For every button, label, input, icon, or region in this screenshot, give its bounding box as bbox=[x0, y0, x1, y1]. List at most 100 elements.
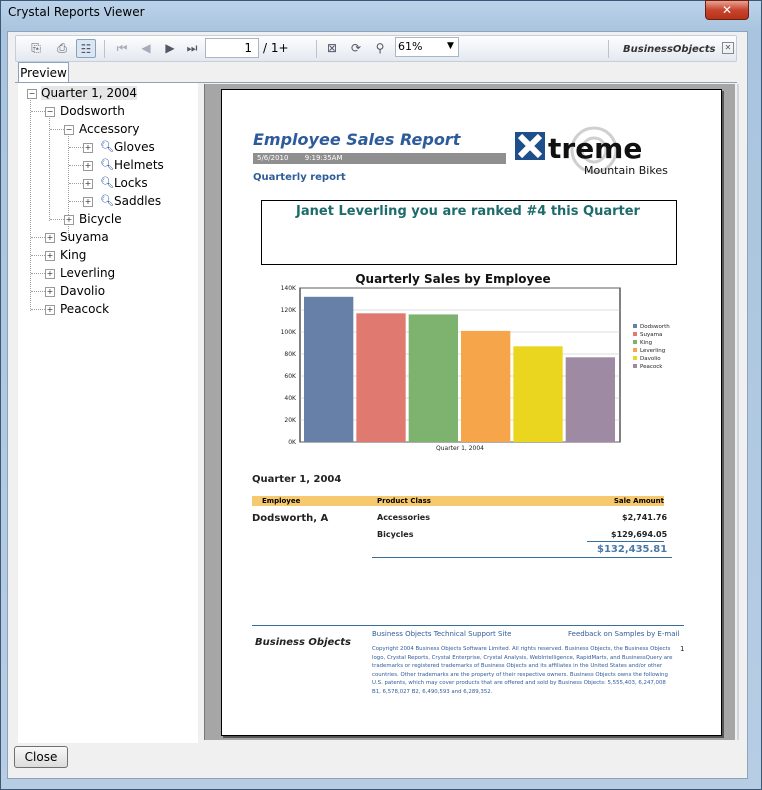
bar bbox=[408, 314, 458, 442]
legend-label: Dodsworth bbox=[640, 324, 670, 330]
tree-node-root[interactable]: Quarter 1, 2004 bbox=[41, 86, 137, 100]
scrollbar[interactable] bbox=[737, 84, 739, 740]
tree-node-product[interactable]: Saddles bbox=[114, 194, 161, 208]
close-button[interactable]: Close bbox=[14, 746, 68, 768]
export-icon[interactable]: ⎘ bbox=[26, 39, 46, 58]
group-header: Quarter 1, 2004 bbox=[252, 474, 342, 485]
title-bar[interactable]: Crystal Reports Viewer bbox=[0, 0, 760, 26]
tree-node-employee[interactable]: Davolio bbox=[60, 284, 105, 298]
report-time: 9:19:35AM bbox=[304, 154, 343, 162]
legend-swatch bbox=[633, 356, 637, 360]
print-icon[interactable]: ⎙ bbox=[52, 39, 72, 58]
magnifier-icon: 🔍︎ bbox=[100, 158, 114, 171]
expand-icon[interactable]: + bbox=[83, 161, 93, 171]
footer-rule bbox=[252, 625, 684, 626]
magnifier-icon: 🔍︎ bbox=[100, 176, 114, 189]
table-cell-product: Accessories bbox=[377, 513, 430, 522]
col-sale-amount: Sale Amount bbox=[613, 497, 664, 505]
report-subtitle: Quarterly report bbox=[253, 172, 346, 183]
expand-icon[interactable]: + bbox=[83, 179, 93, 189]
y-tick-label: 120K bbox=[281, 307, 297, 314]
tree-node-accessory[interactable]: Accessory bbox=[79, 122, 139, 136]
y-tick-label: 140K bbox=[281, 285, 297, 292]
total-amount: $132,435.81 bbox=[597, 544, 668, 555]
expand-icon[interactable]: + bbox=[83, 143, 93, 153]
svg-text:Mountain Bikes: Mountain Bikes bbox=[584, 164, 668, 177]
expand-icon[interactable]: + bbox=[45, 287, 55, 297]
y-tick-label: 100K bbox=[281, 329, 297, 336]
total-rule bbox=[587, 541, 664, 542]
group-tree[interactable]: − Quarter 1, 2004 − Dodsworth − Accessor… bbox=[18, 83, 198, 743]
col-product-class: Product Class bbox=[377, 497, 431, 505]
copyright-text: Copyright 2004 Business Objects Software… bbox=[372, 646, 673, 695]
businessobjects-logo: BusinessObjects bbox=[623, 44, 716, 55]
group-tree-toggle-icon[interactable]: ☷ bbox=[76, 39, 96, 58]
legend-label: Suyama bbox=[640, 332, 662, 338]
tree-node-bicycle[interactable]: Bicycle bbox=[79, 212, 122, 226]
page-number-input[interactable]: 1 bbox=[205, 38, 259, 58]
collapse-icon[interactable]: − bbox=[45, 107, 55, 117]
expand-icon[interactable]: + bbox=[64, 215, 74, 225]
report-title: Employee Sales Report bbox=[253, 130, 461, 149]
legend-swatch bbox=[633, 348, 637, 352]
report-date: 5/6/2010 bbox=[257, 154, 289, 162]
tree-node-product[interactable]: Helmets bbox=[114, 158, 164, 172]
x-tick-label: Quarter 1, 2004 bbox=[436, 445, 484, 452]
legend-swatch bbox=[633, 340, 637, 344]
tree-node-employee[interactable]: Suyama bbox=[60, 230, 109, 244]
magnifier-icon: 🔍︎ bbox=[100, 140, 114, 153]
tab-preview[interactable]: Preview bbox=[18, 62, 69, 83]
report-datetime-bar: 5/6/2010 9:19:35AM bbox=[253, 153, 506, 164]
collapse-icon[interactable]: − bbox=[27, 89, 37, 99]
toolbar-separator bbox=[608, 40, 609, 58]
expand-icon[interactable]: + bbox=[83, 197, 93, 207]
legend-label: Peacock bbox=[640, 364, 663, 370]
legend-swatch bbox=[633, 364, 637, 368]
expand-icon[interactable]: + bbox=[45, 233, 55, 243]
refresh-icon[interactable]: ⟳ bbox=[346, 39, 366, 58]
tree-node-employee[interactable]: Peacock bbox=[60, 302, 109, 316]
close-icon[interactable]: ✕ bbox=[722, 42, 734, 54]
tree-node-product[interactable]: Gloves bbox=[114, 140, 155, 154]
tree-node-employee[interactable]: Dodsworth bbox=[60, 104, 125, 118]
table-cell-employee: Dodsworth, A bbox=[252, 513, 329, 524]
bar bbox=[304, 296, 354, 442]
support-link[interactable]: Business Objects Technical Support Site bbox=[372, 630, 511, 638]
y-tick-label: 0K bbox=[288, 439, 297, 446]
rank-message: Janet Leverling you are ranked #4 this Q… bbox=[296, 204, 640, 219]
expand-icon[interactable]: + bbox=[45, 305, 55, 315]
bar bbox=[565, 357, 615, 442]
legend-swatch bbox=[633, 324, 637, 328]
expand-icon[interactable]: + bbox=[45, 269, 55, 279]
stop-icon[interactable]: ⊠ bbox=[322, 39, 342, 58]
bar bbox=[356, 313, 406, 442]
table-cell-amount: $2,741.76 bbox=[622, 513, 668, 522]
first-page-icon[interactable]: ⏮ bbox=[112, 39, 132, 58]
tree-node-employee[interactable]: King bbox=[60, 248, 86, 262]
table-header: Employee Product Class Sale Amount bbox=[252, 496, 664, 506]
col-employee: Employee bbox=[262, 497, 301, 505]
previous-page-icon[interactable]: ◀ bbox=[136, 39, 156, 58]
sales-chart: Quarterly Sales by Employee 0K 20K 40K 60K 8… bbox=[281, 272, 671, 452]
window-close-button[interactable]: ✕ bbox=[705, 0, 749, 20]
feedback-link[interactable]: Feedback on Samples by E-mail bbox=[568, 630, 679, 638]
chevron-down-icon[interactable]: ▼ bbox=[447, 41, 454, 51]
y-tick-label: 60K bbox=[284, 373, 297, 380]
legend-label: King bbox=[640, 340, 652, 346]
tree-node-product[interactable]: Locks bbox=[114, 176, 148, 190]
search-icon[interactable]: ⚲ bbox=[370, 39, 390, 58]
tree-node-employee[interactable]: Leverling bbox=[60, 266, 115, 280]
footer-logo: Business Objects bbox=[255, 637, 351, 648]
expand-icon[interactable]: + bbox=[45, 251, 55, 261]
y-tick-label: 20K bbox=[284, 417, 297, 424]
y-tick-label: 80K bbox=[284, 351, 297, 358]
legend-label: Davolio bbox=[640, 356, 661, 362]
next-page-icon[interactable]: ▶ bbox=[160, 39, 180, 58]
bar bbox=[461, 330, 511, 442]
last-page-icon[interactable]: ⏭ bbox=[182, 39, 202, 58]
toolbar-separator bbox=[316, 40, 317, 58]
legend-swatch bbox=[633, 332, 637, 336]
collapse-icon[interactable]: − bbox=[64, 125, 74, 135]
window-title: Crystal Reports Viewer bbox=[8, 5, 145, 19]
y-tick-label: 40K bbox=[284, 395, 297, 402]
